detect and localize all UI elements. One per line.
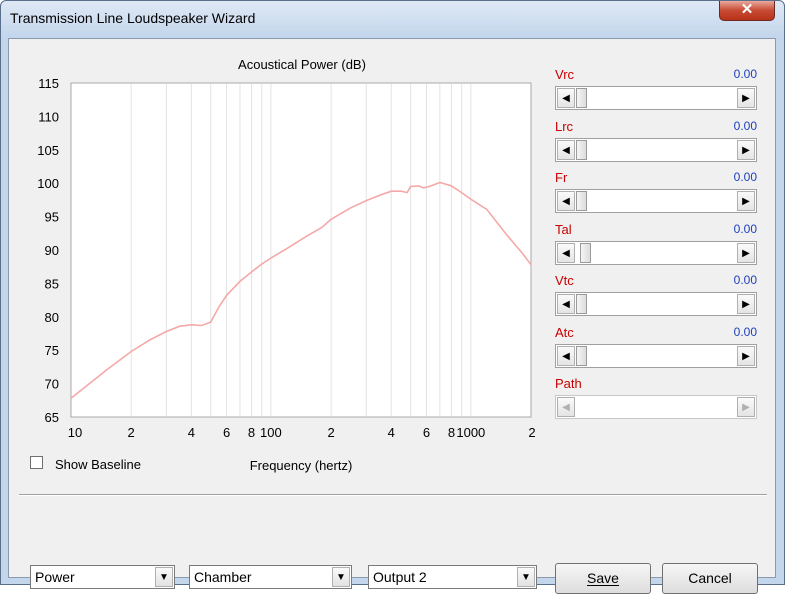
arrow-left-icon[interactable]: ◀ bbox=[557, 294, 575, 314]
y-tick-label: 70 bbox=[45, 377, 59, 392]
slider-label-atc: Atc bbox=[555, 324, 574, 340]
arrow-left-icon[interactable]: ◀ bbox=[557, 139, 575, 160]
output-dropdown[interactable]: Output 2 ▼ bbox=[368, 565, 537, 589]
chevron-down-icon[interactable]: ▼ bbox=[155, 567, 173, 587]
section-dropdown-value: Chamber bbox=[194, 569, 252, 585]
chart-title: Acoustical Power (dB) bbox=[238, 57, 366, 72]
arrow-left-icon[interactable]: ◀ bbox=[557, 242, 575, 263]
save-button[interactable]: Save bbox=[555, 563, 651, 594]
y-tick-label: 80 bbox=[45, 310, 59, 325]
slider-tal[interactable]: ◀ ▶ bbox=[555, 240, 757, 265]
close-button[interactable]: ✕ bbox=[719, 1, 775, 21]
x-tick-label: 4 bbox=[188, 425, 195, 440]
slider-atc[interactable]: ◀ ▶ bbox=[555, 343, 757, 368]
view-dropdown-value: Power bbox=[35, 569, 75, 585]
arrow-right-icon[interactable]: ▶ bbox=[737, 294, 755, 314]
x-tick-label: 2 bbox=[128, 425, 135, 440]
arrow-right-icon[interactable]: ▶ bbox=[737, 88, 755, 108]
x-tick-label: 4 bbox=[388, 425, 395, 440]
x-tick-label: 8 bbox=[248, 425, 255, 440]
slider-value-tal: 0.00 bbox=[733, 221, 757, 236]
close-icon: ✕ bbox=[740, 1, 754, 18]
x-tick-label: 100 bbox=[260, 425, 282, 440]
slider-label-vtc: Vtc bbox=[555, 273, 574, 288]
arrow-right-icon[interactable]: ▶ bbox=[737, 242, 755, 263]
x-tick-label: 10 bbox=[68, 425, 82, 440]
wizard-window: Transmission Line Loudspeaker Wizard ✕ A… bbox=[0, 0, 785, 594]
arrow-left-icon[interactable]: ◀ bbox=[557, 191, 575, 211]
y-tick-label: 95 bbox=[45, 210, 59, 225]
y-tick-label: 100 bbox=[37, 176, 59, 191]
chevron-down-icon[interactable]: ▼ bbox=[332, 567, 350, 587]
x-axis-ticks: 10 2 4 6 8 100 2 4 6 8 1000 2 bbox=[68, 425, 536, 440]
y-tick-label: 75 bbox=[45, 343, 59, 358]
slider-vrc[interactable]: ◀ ▶ bbox=[555, 86, 757, 110]
y-tick-label: 65 bbox=[45, 410, 59, 425]
x-tick-label: 8 bbox=[448, 425, 455, 440]
slider-fr[interactable]: ◀ ▶ bbox=[555, 189, 757, 213]
slider-label-fr: Fr bbox=[555, 170, 568, 185]
y-tick-label: 115 bbox=[38, 76, 59, 91]
slider-lrc[interactable]: ◀ ▶ bbox=[555, 137, 757, 162]
slider-value-lrc: 0.00 bbox=[733, 118, 757, 133]
arrow-right-icon[interactable]: ▶ bbox=[737, 139, 755, 160]
client-area: Acoustical Power (dB) 65 70 75 80 85 90 95 100 1… bbox=[8, 38, 776, 594]
window-title: Transmission Line Loudspeaker Wizard bbox=[10, 10, 256, 26]
slider-label-vrc: Vrc bbox=[555, 67, 575, 82]
slider-vtc[interactable]: ◀ ▶ bbox=[555, 292, 757, 316]
show-baseline-label[interactable]: Show Baseline bbox=[55, 457, 141, 472]
arrow-left-icon[interactable]: ◀ bbox=[557, 88, 575, 108]
x-tick-label: 2 bbox=[528, 425, 535, 440]
y-axis-ticks: 65 70 75 80 85 90 95 100 105 110 115 bbox=[37, 76, 59, 425]
arrow-left-icon: ◀ bbox=[557, 397, 575, 417]
x-tick-label: 2 bbox=[327, 425, 334, 440]
title-bar[interactable]: Transmission Line Loudspeaker Wizard ✕ bbox=[1, 1, 784, 37]
slider-value-fr: 0.00 bbox=[733, 170, 757, 184]
slider-thumb[interactable] bbox=[576, 294, 587, 314]
chevron-down-icon[interactable]: ▼ bbox=[517, 567, 535, 587]
slider-thumb[interactable] bbox=[576, 345, 587, 366]
slider-value-vrc: 0.00 bbox=[733, 67, 757, 81]
cancel-button-label: Cancel bbox=[688, 570, 732, 586]
arrow-right-icon[interactable]: ▶ bbox=[737, 345, 755, 366]
y-tick-label: 105 bbox=[37, 143, 59, 158]
y-tick-label: 90 bbox=[45, 243, 59, 258]
slider-path: ◀ ▶ bbox=[555, 395, 757, 419]
slider-label-tal: Tal bbox=[555, 221, 572, 237]
slider-label-path: Path bbox=[555, 376, 582, 391]
slider-thumb[interactable] bbox=[576, 191, 587, 211]
arrow-right-icon: ▶ bbox=[737, 397, 755, 417]
output-dropdown-value: Output 2 bbox=[373, 569, 427, 585]
arrow-right-icon[interactable]: ▶ bbox=[737, 191, 755, 211]
slider-label-lrc: Lrc bbox=[555, 118, 574, 134]
x-tick-label: 6 bbox=[423, 425, 430, 440]
slider-value-atc: 0.00 bbox=[733, 324, 757, 339]
y-tick-label: 110 bbox=[38, 109, 59, 124]
slider-value-vtc: 0.00 bbox=[733, 273, 757, 287]
section-dropdown[interactable]: Chamber ▼ bbox=[189, 565, 352, 589]
show-baseline-checkbox[interactable] bbox=[30, 456, 43, 469]
arrow-left-icon[interactable]: ◀ bbox=[557, 345, 575, 366]
cancel-button[interactable]: Cancel bbox=[662, 563, 758, 594]
slider-thumb[interactable] bbox=[576, 139, 587, 160]
slider-thumb[interactable] bbox=[580, 242, 592, 263]
x-axis-label: Frequency (hertz) bbox=[250, 458, 353, 473]
bottom-divider bbox=[19, 494, 767, 496]
slider-thumb[interactable] bbox=[576, 88, 587, 108]
view-dropdown[interactable]: Power ▼ bbox=[30, 565, 175, 589]
x-tick-label: 1000 bbox=[456, 425, 485, 440]
save-button-label: Save bbox=[587, 570, 619, 586]
x-tick-label: 6 bbox=[223, 425, 230, 440]
y-tick-label: 85 bbox=[45, 276, 59, 291]
